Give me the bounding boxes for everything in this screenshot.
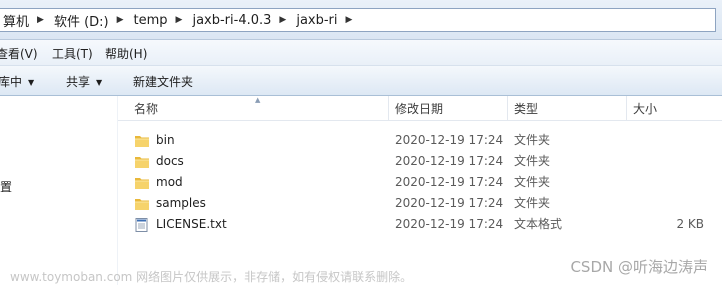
menu-bar: 查看(V) 工具(T) 帮助(H) [0, 40, 722, 66]
column-header-size[interactable]: 大小 [627, 96, 722, 120]
column-header-date[interactable]: 修改日期 [389, 96, 508, 120]
file-date: 2020-12-19 17:24 [395, 133, 504, 147]
text-file-icon [135, 217, 148, 232]
new-folder-button[interactable]: 新建文件夹 [133, 73, 193, 90]
navigation-pane[interactable]: 置 [0, 96, 118, 285]
dropdown-arrow-icon: ▼ [96, 78, 103, 87]
breadcrumb-label[interactable]: 软件 (D:) [48, 11, 113, 30]
breadcrumb-jaxb-ri[interactable]: jaxb-ri ▶ [290, 9, 356, 31]
file-type: 文件夹 [514, 154, 551, 168]
chevron-right-icon[interactable]: ▶ [342, 15, 357, 25]
menu-view[interactable]: 查看(V) [0, 45, 38, 62]
breadcrumb-jaxb-ri-4-0-3[interactable]: jaxb-ri-4.0.3 ▶ [186, 9, 290, 31]
nav-item-location[interactable]: 置 [0, 178, 12, 195]
share-button[interactable]: 共享 ▼ [66, 73, 102, 90]
chevron-right-icon[interactable]: ▶ [113, 15, 128, 25]
file-date: 2020-12-19 17:24 [395, 196, 504, 210]
address-bar: 算机 ▶ 软件 (D:) ▶ temp ▶ jaxb-ri-4.0.3 ▶ ja… [0, 0, 722, 40]
folder-icon [135, 156, 149, 168]
file-type: 文本格式 [514, 217, 563, 231]
file-name-cell[interactable]: samples [134, 193, 206, 214]
breadcrumb-label[interactable]: jaxb-ri-4.0.3 [186, 13, 275, 28]
breadcrumb[interactable]: 算机 ▶ 软件 (D:) ▶ temp ▶ jaxb-ri-4.0.3 ▶ ja… [0, 8, 716, 32]
file-name: docs [156, 154, 184, 168]
file-type: 文件夹 [514, 133, 551, 147]
file-row-bin[interactable]: bin 2020-12-19 17:24 文件夹 [118, 130, 722, 151]
include-in-library-button[interactable]: 库中 ▼ [0, 73, 34, 90]
file-date: 2020-12-19 17:24 [395, 175, 504, 189]
column-header-name[interactable]: 名称 [128, 96, 389, 120]
column-header-type[interactable]: 类型 [508, 96, 627, 120]
watermark-text: www.toymoban.com 网络图片仅供展示，非存储，如有侵权请联系删除。 [10, 270, 413, 284]
breadcrumb-label[interactable]: temp [128, 13, 172, 28]
author-watermark: CSDN @听海边涛声 [570, 258, 708, 276]
file-type: 文件夹 [514, 196, 551, 210]
breadcrumb-computer[interactable]: 算机 ▶ [0, 9, 48, 31]
file-name: mod [156, 175, 183, 189]
menu-help[interactable]: 帮助(H) [105, 45, 147, 62]
file-date: 2020-12-19 17:24 [395, 154, 504, 168]
dropdown-arrow-icon: ▼ [28, 78, 35, 87]
chevron-right-icon[interactable]: ▶ [172, 15, 187, 25]
folder-icon [135, 198, 149, 210]
chevron-right-icon[interactable]: ▶ [33, 15, 48, 25]
file-name-cell[interactable]: bin [134, 130, 175, 151]
file-type: 文件夹 [514, 175, 551, 189]
file-row-docs[interactable]: docs 2020-12-19 17:24 文件夹 [118, 151, 722, 172]
file-row-samples[interactable]: samples 2020-12-19 17:24 文件夹 [118, 193, 722, 214]
file-name-cell[interactable]: docs [134, 151, 184, 172]
file-size: 2 KB [676, 217, 704, 231]
breadcrumb-drive-d[interactable]: 软件 (D:) ▶ [48, 9, 128, 31]
file-row-license[interactable]: LICENSE.txt 2020-12-19 17:24 文本格式 2 KB [118, 214, 722, 235]
share-label: 共享 [66, 75, 91, 89]
file-row-mod[interactable]: mod 2020-12-19 17:24 文件夹 [118, 172, 722, 193]
column-headers: ▲ 名称 修改日期 类型 大小 [118, 96, 722, 121]
file-name-cell[interactable]: mod [134, 172, 183, 193]
breadcrumb-label[interactable]: jaxb-ri [290, 13, 341, 28]
file-name: samples [156, 196, 206, 210]
folder-icon [135, 135, 149, 147]
breadcrumb-label[interactable]: 算机 [0, 11, 33, 30]
menu-tools[interactable]: 工具(T) [52, 45, 93, 62]
breadcrumb-temp[interactable]: temp ▶ [128, 9, 187, 31]
file-date: 2020-12-19 17:24 [395, 217, 504, 231]
file-name-cell[interactable]: LICENSE.txt [134, 214, 227, 235]
file-name: bin [156, 133, 175, 147]
folder-icon [135, 177, 149, 189]
command-bar: 库中 ▼ 共享 ▼ 新建文件夹 [0, 66, 722, 96]
chevron-right-icon[interactable]: ▶ [275, 15, 290, 25]
file-name: LICENSE.txt [156, 217, 227, 231]
include-in-library-label: 库中 [0, 75, 23, 89]
